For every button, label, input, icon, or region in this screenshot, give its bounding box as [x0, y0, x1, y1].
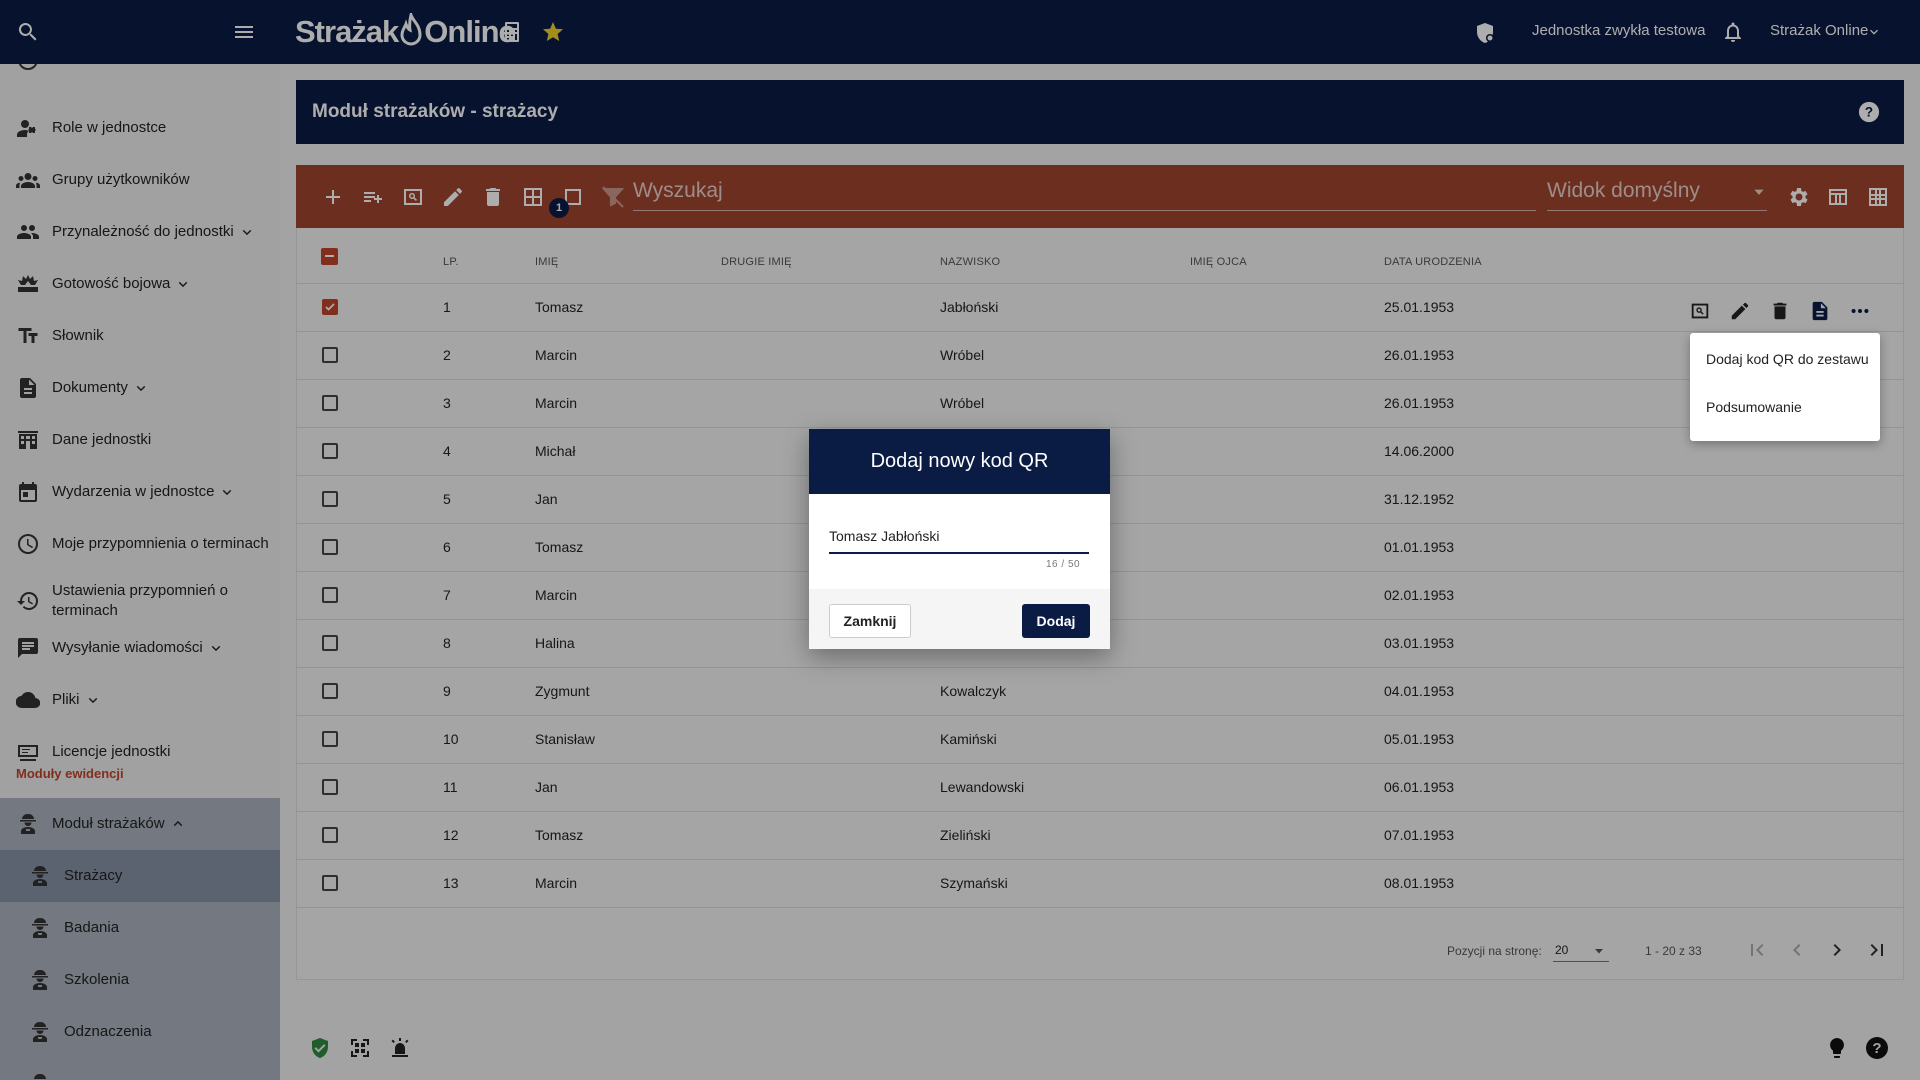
dialog-title: Dodaj nowy kod QR	[809, 429, 1110, 494]
add-button[interactable]: Dodaj	[1022, 604, 1090, 638]
close-button[interactable]: Zamknij	[829, 604, 911, 638]
menu-item-add-qr[interactable]: Dodaj kod QR do zestawu	[1690, 333, 1880, 383]
qr-name-input[interactable]: Tomasz Jabłoński	[829, 528, 940, 544]
row-context-menu: Dodaj kod QR do zestawu Podsumowanie	[1690, 333, 1880, 441]
add-qr-dialog: Dodaj nowy kod QR Tomasz Jabłoński 16 / …	[809, 429, 1110, 649]
menu-item-label: Podsumowanie	[1706, 399, 1802, 415]
input-underline	[829, 552, 1089, 554]
menu-item-summary[interactable]: Podsumowanie	[1690, 383, 1880, 433]
menu-item-label: Dodaj kod QR do zestawu	[1706, 351, 1869, 367]
char-counter: 16 / 50	[1046, 559, 1081, 570]
